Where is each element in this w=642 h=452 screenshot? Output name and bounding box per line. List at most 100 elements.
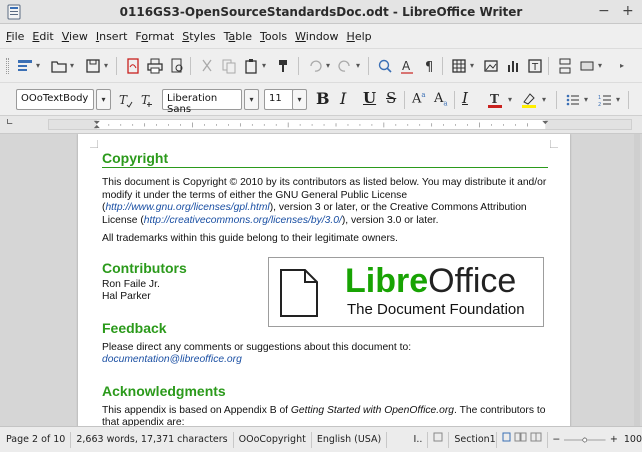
feedback-email-link[interactable]: documentation@libreoffice.org — [102, 354, 548, 367]
update-style-icon[interactable]: T — [116, 91, 134, 109]
numbered-list-icon[interactable]: 12 — [596, 91, 614, 109]
font-size-dropdown[interactable]: ▾ — [292, 89, 307, 110]
paste-icon[interactable] — [242, 57, 260, 75]
numbered-dropdown-icon[interactable]: ▾ — [616, 95, 620, 104]
clear-formatting-button[interactable]: I — [462, 89, 468, 107]
zoom-slider[interactable] — [564, 435, 606, 445]
menu-format[interactable]: Format — [131, 30, 178, 43]
menu-help-label: elp — [354, 29, 372, 43]
cc-link[interactable]: http://creativecommons.org/licenses/by/3… — [144, 215, 342, 226]
maximize-button[interactable]: + — [622, 3, 634, 19]
paragraph-style-box[interactable]: OOoTextBody — [16, 89, 94, 110]
view-layout-buttons[interactable] — [497, 431, 549, 448]
strikethrough-button[interactable]: S — [386, 89, 396, 107]
page[interactable]: Copyright This document is Copyright © 2… — [78, 134, 570, 426]
zoom-percent[interactable]: 100 — [624, 434, 642, 445]
insert-chart-icon[interactable] — [504, 57, 522, 75]
paste-dropdown-icon[interactable]: ▾ — [262, 61, 266, 70]
document-modified-icon[interactable] — [428, 431, 450, 448]
page-style-indicator[interactable]: OOoCopyright — [234, 431, 312, 448]
print-preview-icon[interactable] — [168, 57, 186, 75]
undo-icon[interactable] — [306, 57, 324, 75]
superscript-marker-icon: a — [421, 91, 426, 99]
menu-styles[interactable]: Styles — [178, 30, 219, 43]
table-dropdown-icon[interactable]: ▾ — [470, 61, 474, 70]
feedback-paragraph: Please direct any comments or suggestion… — [102, 341, 412, 353]
zoom-out-button[interactable]: − — [548, 434, 564, 445]
save-dropdown-icon[interactable]: ▾ — [104, 61, 108, 70]
vertical-scrollbar[interactable] — [634, 134, 640, 426]
writer-window: 0116GS3-OpenSourceStandardsDoc.odt - Lib… — [0, 0, 642, 452]
minimize-button[interactable]: − — [598, 3, 610, 19]
formatting-marks-icon[interactable]: ¶ — [420, 57, 438, 75]
insert-mode-indicator[interactable]: I.. — [387, 431, 429, 448]
bold-button[interactable]: B — [316, 89, 330, 108]
font-name-box[interactable]: Liberation Sans — [162, 89, 242, 115]
highlight-dropdown-icon[interactable]: ▾ — [542, 95, 546, 104]
menu-insert[interactable]: Insert — [92, 30, 132, 43]
highlight-color-icon[interactable] — [520, 91, 538, 109]
print-icon[interactable] — [146, 57, 164, 75]
new-style-icon[interactable]: T — [138, 91, 156, 109]
writer-app-icon[interactable] — [6, 4, 22, 20]
underline-button[interactable]: U — [363, 89, 376, 107]
redo-icon[interactable] — [336, 57, 354, 75]
font-size-box[interactable]: 11 — [264, 89, 294, 110]
templates-dropdown-icon[interactable]: ▾ — [36, 61, 40, 70]
export-pdf-icon[interactable] — [124, 57, 142, 75]
horizontal-ruler[interactable]: ∟ — [0, 116, 642, 134]
insert-table-icon[interactable] — [450, 57, 468, 75]
font-name-dropdown[interactable]: ▾ — [244, 89, 259, 110]
insert-field-icon[interactable] — [578, 57, 596, 75]
spelling-icon[interactable]: A — [398, 57, 416, 75]
templates-icon[interactable] — [16, 57, 34, 75]
gpl-link[interactable]: http://www.gnu.org/licenses/gpl.html — [105, 202, 269, 213]
open-folder-icon[interactable] — [50, 57, 68, 75]
section-indicator[interactable]: Section1 — [449, 431, 498, 448]
zoom-in-button[interactable]: + — [606, 434, 624, 445]
menu-edit[interactable]: Edit — [28, 30, 57, 43]
language-indicator[interactable]: English (USA) — [312, 431, 388, 448]
redo-dropdown-icon[interactable]: ▾ — [356, 61, 360, 70]
menu-file[interactable]: File — [2, 30, 28, 43]
toolbar-grip[interactable] — [6, 58, 9, 74]
cut-icon[interactable] — [198, 57, 216, 75]
copyright-heading: Copyright — [102, 150, 548, 168]
formatting-toolbar: OOoTextBody ▾ T T Liberation Sans ▾ 11 ▾… — [0, 82, 642, 116]
menu-view[interactable]: View — [58, 30, 92, 43]
clone-formatting-icon[interactable] — [274, 57, 292, 75]
paragraph-style-dropdown[interactable]: ▾ — [96, 89, 111, 110]
insert-image-icon[interactable] — [482, 57, 500, 75]
copy-icon[interactable] — [220, 57, 238, 75]
page-content[interactable]: Copyright This document is Copyright © 2… — [102, 150, 548, 426]
libreoffice-logo-image[interactable]: LibreOffice The Document Foundation — [268, 257, 544, 327]
bullet-list-icon[interactable] — [564, 91, 582, 109]
superscript-button[interactable]: Aa — [412, 91, 426, 106]
tab-stop-type-icon[interactable]: ∟ — [6, 118, 14, 128]
word-count[interactable]: 2,663 words, 17,371 characters — [71, 431, 234, 448]
field-dropdown-icon[interactable]: ▾ — [598, 61, 602, 70]
ruler-scale[interactable] — [48, 119, 632, 130]
menu-window[interactable]: Window — [291, 30, 342, 43]
menu-table-label: ble — [235, 29, 253, 43]
font-color-dropdown-icon[interactable]: ▾ — [508, 95, 512, 104]
subscript-button[interactable]: Aa — [434, 91, 448, 108]
text-box-icon[interactable]: T — [526, 57, 544, 75]
menu-table[interactable]: Table — [220, 30, 256, 43]
open-dropdown-icon[interactable]: ▾ — [70, 61, 74, 70]
menu-help[interactable]: Help — [343, 30, 376, 43]
view-layout-icon — [502, 432, 542, 441]
bullet-dropdown-icon[interactable]: ▾ — [584, 95, 588, 104]
document-area[interactable]: Copyright This document is Copyright © 2… — [0, 134, 642, 426]
page-indicator[interactable]: Page 2 of 10 — [0, 431, 72, 448]
toolbar-separator — [442, 57, 443, 75]
toolbar-separator — [628, 91, 629, 109]
undo-dropdown-icon[interactable]: ▾ — [326, 61, 330, 70]
toolbar-overflow-icon[interactable]: ▸ — [620, 61, 624, 70]
save-icon[interactable] — [84, 57, 102, 75]
page-break-icon[interactable] — [556, 57, 574, 75]
italic-button[interactable]: I — [340, 89, 346, 108]
font-color-icon[interactable]: T — [486, 91, 504, 109]
find-replace-icon[interactable] — [376, 57, 394, 75]
menu-tools[interactable]: Tools — [256, 30, 291, 43]
